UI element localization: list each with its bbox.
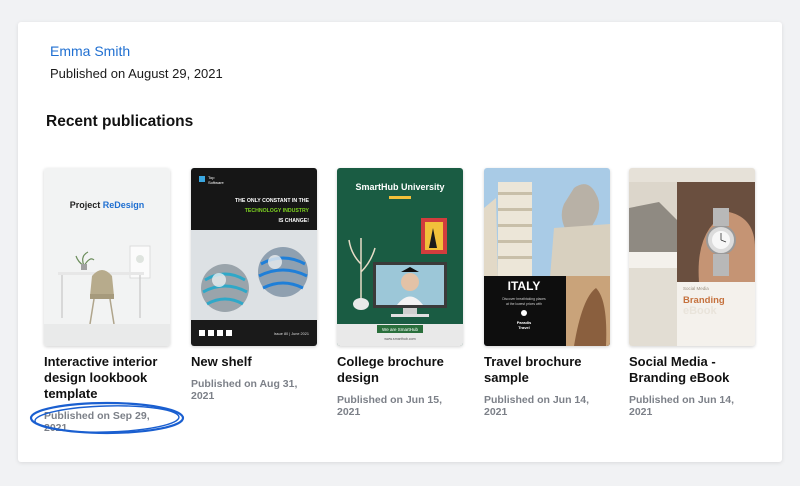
svg-text:TECHNOLOGY INDUSTRY: TECHNOLOGY INDUSTRY [245,208,310,214]
svg-text:SmartHub University: SmartHub University [355,182,444,192]
svg-text:Discover breathtaking places: Discover breathtaking places [502,297,546,301]
publication-cover[interactable]: ITALY Discover breathtaking places at th… [484,168,610,346]
publication-date: Published on Jun 14, 2021 [484,394,590,418]
publication-cover[interactable]: Social Media Branding eBook [629,168,755,346]
publication-title[interactable]: College brochure design [337,354,465,386]
publication-date: Published on Jun 14, 2021 [629,394,735,418]
publication-title[interactable]: Social Media - Branding eBook [629,354,757,386]
author-published-date: Published on August 29, 2021 [50,66,223,81]
publication-item[interactable]: ITALY Discover breathtaking places at th… [484,168,612,418]
svg-text:Software: Software [208,180,225,185]
svg-text:IS CHANGE!: IS CHANGE! [278,218,309,224]
publication-title[interactable]: Interactive interior design lookbook tem… [44,354,172,402]
publication-cover[interactable]: SmartHub University We are SmartHub www.… [337,168,463,346]
publication-item[interactable]: Social Media Branding eBook Social Media… [629,168,757,418]
publication-cover[interactable]: Top Software THE ONLY CONSTANT IN THE TE… [191,168,317,346]
publication-item[interactable]: SmartHub University We are SmartHub www.… [337,168,465,418]
section-title: Recent publications [46,113,194,130]
svg-text:Project ReDesign: Project ReDesign [70,200,145,210]
publication-item[interactable]: Project ReDesign Interactive interior de… [44,168,172,434]
publication-title[interactable]: Travel brochure sample [484,354,612,386]
svg-text:Social Media: Social Media [683,286,709,291]
svg-text:We are SmartHub: We are SmartHub [382,327,418,332]
publication-item[interactable]: Top Software THE ONLY CONSTANT IN THE TE… [191,168,319,402]
svg-text:Travel: Travel [518,325,530,330]
publication-date: Published on Jun 15, 2021 [337,394,443,418]
svg-text:THE ONLY CONSTANT IN THE: THE ONLY CONSTANT IN THE [235,198,310,204]
author-name-link[interactable]: Emma Smith [50,43,130,59]
publication-date: Published on Sep 29, 2021 [44,410,150,434]
svg-text:ITALY: ITALY [508,279,541,293]
publication-title[interactable]: New shelf [191,354,319,370]
svg-text:eBook: eBook [683,305,718,317]
svg-text:at the lowest prices with: at the lowest prices with [506,302,542,306]
publication-cover[interactable]: Project ReDesign [44,168,170,346]
svg-text:www.smarthub.com: www.smarthub.com [384,337,415,341]
publication-date: Published on Aug 31, 2021 [191,378,298,402]
svg-text:Issue 80 | June 2021: Issue 80 | June 2021 [274,332,309,336]
